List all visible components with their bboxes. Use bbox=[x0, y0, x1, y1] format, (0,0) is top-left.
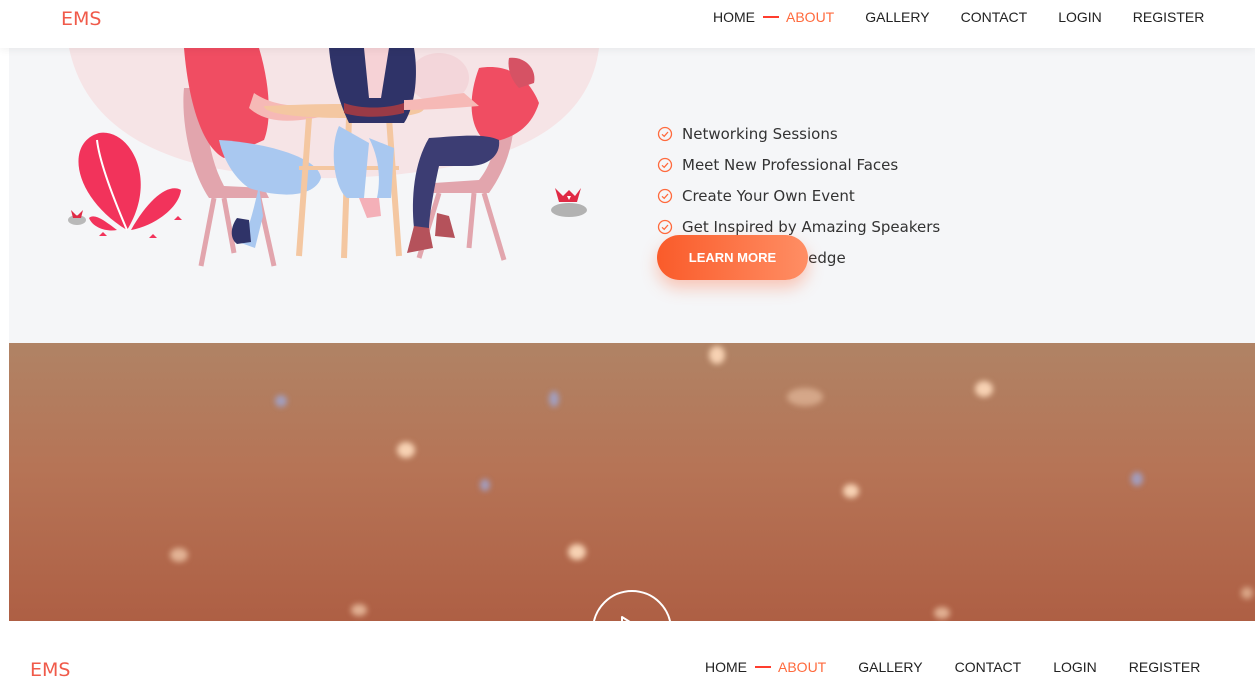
check-circle-icon bbox=[657, 126, 673, 141]
check-circle-icon bbox=[657, 188, 673, 203]
meeting-illustration bbox=[68, 48, 599, 267]
nav-login[interactable]: LOGIN bbox=[1053, 659, 1097, 675]
active-indicator bbox=[763, 16, 779, 18]
brand-logo[interactable]: EMS bbox=[30, 659, 70, 681]
nav-gallery[interactable]: GALLERY bbox=[858, 659, 922, 675]
feature-text: Meet New Professional Faces bbox=[682, 155, 899, 174]
nav-gallery[interactable]: GALLERY bbox=[865, 9, 929, 25]
feature-item: Create Your Own Event bbox=[657, 180, 940, 211]
play-icon bbox=[621, 616, 631, 621]
feature-text: Networking Sessions bbox=[682, 124, 838, 143]
main-nav: HOME ABOUT GALLERY CONTACT LOGIN REGISTE… bbox=[705, 658, 1200, 676]
secondary-navbar: EMS HOME ABOUT GALLERY CONTACT LOGIN REG… bbox=[0, 621, 1255, 698]
nav-register[interactable]: REGISTER bbox=[1129, 659, 1201, 675]
feature-text: Create Your Own Event bbox=[682, 186, 855, 205]
nav-login[interactable]: LOGIN bbox=[1058, 9, 1102, 25]
check-circle-icon bbox=[657, 157, 673, 172]
nav-about[interactable]: ABOUT bbox=[786, 9, 834, 25]
feature-text: Get Inspired by Amazing Speakers bbox=[682, 217, 941, 236]
nav-about[interactable]: ABOUT bbox=[778, 659, 826, 675]
bokeh-background bbox=[170, 346, 1253, 619]
video-section bbox=[9, 343, 1255, 621]
nav-home[interactable]: HOME bbox=[705, 659, 747, 675]
nav-home[interactable]: HOME bbox=[713, 9, 755, 25]
feature-item: Networking Sessions bbox=[657, 118, 940, 149]
nav-register[interactable]: REGISTER bbox=[1133, 9, 1205, 25]
learn-more-button[interactable]: LEARN MORE bbox=[657, 235, 808, 280]
brand-logo[interactable]: EMS bbox=[61, 8, 101, 30]
about-section: Networking Sessions Meet New Professiona… bbox=[9, 48, 1255, 343]
main-nav: HOME ABOUT GALLERY CONTACT LOGIN REGISTE… bbox=[713, 8, 1204, 26]
check-circle-icon bbox=[657, 219, 673, 234]
active-indicator bbox=[755, 666, 771, 668]
top-navbar: EMS HOME ABOUT GALLERY CONTACT LOGIN REG… bbox=[0, 0, 1255, 48]
nav-contact[interactable]: CONTACT bbox=[955, 659, 1022, 675]
nav-contact[interactable]: CONTACT bbox=[961, 9, 1028, 25]
feature-item: Meet New Professional Faces bbox=[657, 149, 940, 180]
